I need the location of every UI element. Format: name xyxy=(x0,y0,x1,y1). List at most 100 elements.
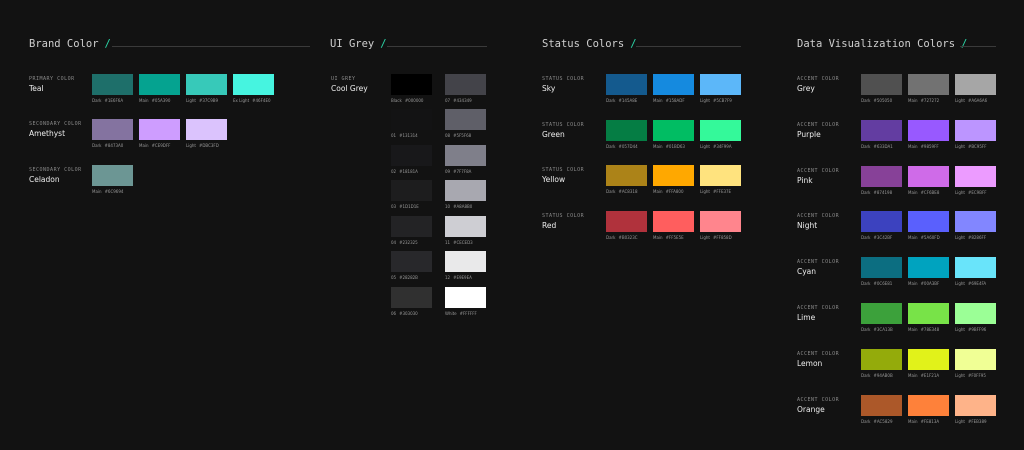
swatch-orange-light[interactable] xyxy=(955,395,996,416)
swatch-key: Light xyxy=(186,98,196,103)
color-group-label: ACCENT COLOR xyxy=(797,305,840,311)
swatch-hex: #AC8318 xyxy=(618,189,638,194)
swatch-orange-dark[interactable] xyxy=(861,395,902,416)
swatch-teal-light[interactable] xyxy=(186,74,227,95)
swatch-key: Main xyxy=(908,190,918,195)
color-group-name: Yellow xyxy=(542,175,566,184)
swatch-grey-dark[interactable] xyxy=(861,74,902,95)
swatch-grey-10[interactable] xyxy=(445,180,486,201)
swatch-caption: Light #FEB389 xyxy=(955,419,987,424)
swatch-sky-light[interactable] xyxy=(700,74,741,95)
swatch-lime-light[interactable] xyxy=(955,303,996,324)
swatch-hex: #B0323C xyxy=(618,235,638,240)
swatch-key: Main xyxy=(139,98,149,103)
swatch-lemon-light[interactable] xyxy=(955,349,996,370)
swatch-lime-main[interactable] xyxy=(908,303,949,324)
swatch-sky-dark[interactable] xyxy=(606,74,647,95)
swatch-key: Main xyxy=(139,143,149,148)
color-group-label: UI GREY xyxy=(331,76,356,82)
swatch-teal-main[interactable] xyxy=(139,74,180,95)
color-group-label: ACCENT COLOR xyxy=(797,397,840,403)
color-group-label: ACCENT COLOR xyxy=(797,122,840,128)
swatch-caption: Light #FF858D xyxy=(700,235,732,240)
swatch-hex: #DBC3FD xyxy=(198,143,219,148)
swatch-grey-white[interactable] xyxy=(445,287,486,308)
swatch-celadon-main[interactable] xyxy=(92,165,133,186)
swatch-purple-main[interactable] xyxy=(908,120,949,141)
swatch-caption: Main #CE9DFF xyxy=(139,143,170,148)
swatch-night-light[interactable] xyxy=(955,211,996,232)
section-title-grey: UI Grey / xyxy=(330,38,387,50)
swatch-cyan-main[interactable] xyxy=(908,257,949,278)
swatch-grey-03[interactable] xyxy=(391,180,432,201)
swatch-key: 01 xyxy=(391,133,397,138)
color-group-lime: ACCENT COLOR Lime xyxy=(797,305,839,322)
swatch-lemon-dark[interactable] xyxy=(861,349,902,370)
swatch-grey-black[interactable] xyxy=(391,74,432,95)
swatch-sky-main[interactable] xyxy=(653,74,694,95)
swatch-caption: 08 #5F5F68 xyxy=(445,133,471,138)
swatch-night-dark[interactable] xyxy=(861,211,902,232)
swatch-grey-01[interactable] xyxy=(391,109,432,130)
swatch-grey-12[interactable] xyxy=(445,251,486,272)
swatch-cyan-dark[interactable] xyxy=(861,257,902,278)
swatch-yellow-dark[interactable] xyxy=(606,165,647,186)
swatch-key: Main xyxy=(653,189,663,194)
swatch-key: Main xyxy=(908,281,918,286)
swatch-caption: Dark #505050 xyxy=(861,98,892,103)
swatch-grey-light[interactable] xyxy=(955,74,996,95)
swatch-red-light[interactable] xyxy=(700,211,741,232)
title-rule-status xyxy=(636,46,741,47)
swatch-pink-dark[interactable] xyxy=(861,166,902,187)
swatch-green-dark[interactable] xyxy=(606,120,647,141)
swatch-caption: Dark #633DA1 xyxy=(861,144,893,149)
swatch-purple-dark[interactable] xyxy=(861,120,902,141)
swatch-grey-11[interactable] xyxy=(445,216,486,237)
swatch-hex: #69E4FA xyxy=(967,281,987,286)
swatch-teal-ex-light[interactable] xyxy=(233,74,274,95)
swatch-orange-main[interactable] xyxy=(908,395,949,416)
swatch-hex: #8473A0 xyxy=(104,143,124,148)
swatch-lemon-main[interactable] xyxy=(908,349,949,370)
swatch-grey-06[interactable] xyxy=(391,287,432,308)
swatch-grey-05[interactable] xyxy=(391,251,432,272)
swatch-pink-light[interactable] xyxy=(955,166,996,187)
swatch-pink-main[interactable] xyxy=(908,166,949,187)
swatch-amethyst-light[interactable] xyxy=(186,119,227,140)
swatch-caption: Main #9859FF xyxy=(908,144,939,149)
swatch-yellow-main[interactable] xyxy=(653,165,694,186)
swatch-caption: 07 #434349 xyxy=(445,98,472,103)
swatch-caption: Dark #8473A0 xyxy=(92,143,123,148)
swatch-caption: Dark #0C6E81 xyxy=(861,281,892,286)
swatch-hex: #37C9B9 xyxy=(198,98,219,103)
swatch-lime-dark[interactable] xyxy=(861,303,902,324)
swatch-red-dark[interactable] xyxy=(606,211,647,232)
swatch-grey-07[interactable] xyxy=(445,74,486,95)
swatch-key: Main xyxy=(908,235,918,240)
swatch-red-main[interactable] xyxy=(653,211,694,232)
swatch-night-main[interactable] xyxy=(908,211,949,232)
swatch-grey-main[interactable] xyxy=(908,74,949,95)
swatch-hex: #AC5829 xyxy=(873,419,893,424)
swatch-purple-light[interactable] xyxy=(955,120,996,141)
swatch-amethyst-main[interactable] xyxy=(139,119,180,140)
swatch-grey-02[interactable] xyxy=(391,145,432,166)
swatch-hex: #0C6E81 xyxy=(873,281,893,286)
color-group-name: Lime xyxy=(797,313,816,322)
color-group-name: Orange xyxy=(797,405,825,414)
swatch-cyan-light[interactable] xyxy=(955,257,996,278)
swatch-grey-09[interactable] xyxy=(445,145,486,166)
swatch-key: Dark xyxy=(861,373,871,378)
swatch-key: Dark xyxy=(861,98,871,103)
swatch-grey-04[interactable] xyxy=(391,216,432,237)
swatch-green-main[interactable] xyxy=(653,120,694,141)
swatch-grey-08[interactable] xyxy=(445,109,486,130)
swatch-yellow-light[interactable] xyxy=(700,165,741,186)
swatch-amethyst-dark[interactable] xyxy=(92,119,133,140)
swatch-caption: Dark #874198 xyxy=(861,190,892,195)
swatch-caption: Light #F0FF95 xyxy=(955,373,986,378)
swatch-green-light[interactable] xyxy=(700,120,741,141)
color-group-name: Amethyst xyxy=(29,129,66,138)
swatch-teal-dark[interactable] xyxy=(92,74,133,95)
swatch-caption: 12 #E9E9EA xyxy=(445,275,472,280)
